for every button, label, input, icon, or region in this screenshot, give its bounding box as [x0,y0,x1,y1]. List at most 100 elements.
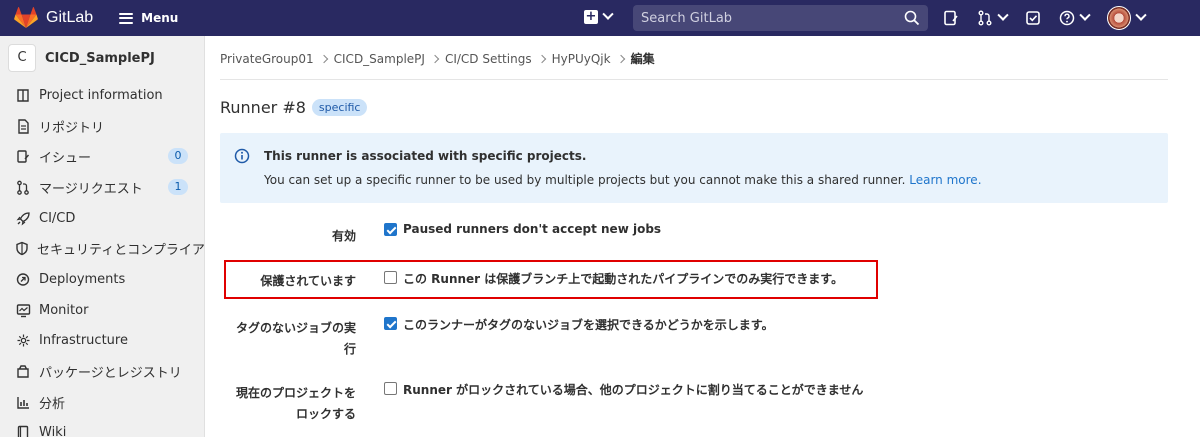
sidebar-item-label: マージリクエスト [39,181,143,197]
alert-title: This runner is associated with specific … [264,149,587,163]
field-label-active: 有効 [331,229,356,243]
annotation-highlight-box [224,260,878,299]
chevron-right-icon [319,54,328,63]
todos-nav-button[interactable] [1025,10,1041,26]
chevron-down-icon [997,9,1009,21]
merge-requests-nav-button[interactable] [977,9,1009,26]
sidebar-item-label: CI/CD [39,210,76,226]
breadcrumb-project[interactable]: CICD_SamplePJ [334,52,425,66]
sidebar-item-label: イシュー [39,151,92,167]
merge-request-icon [15,179,31,195]
info-circle-icon [234,148,250,164]
sidebar-item-analytics[interactable]: 分析 [0,387,204,418]
chevron-down-icon [1079,9,1091,21]
sidebar-item-label: パッケージとレジストリ [39,366,182,382]
sidebar-item-infrastructure[interactable]: Infrastructure [0,326,204,357]
field-label-line: タグのないジョブの実 [235,321,356,335]
info-icon [15,87,31,103]
sidebar-item-repository[interactable]: リポジトリ [0,111,204,142]
search-box[interactable] [633,5,928,31]
deployments-icon [15,271,31,287]
issues-icon [944,10,958,26]
sidebar-item-project-information[interactable]: Project information [0,80,204,111]
sidebar-item-security[interactable]: セキュリティとコンプライアンス [0,233,204,264]
alert-body: You can set up a specific runner to be u… [264,173,906,187]
run-untagged-checkbox[interactable] [384,317,397,330]
rocket-icon [15,210,31,226]
navbar-actions [943,0,1163,36]
breadcrumb-cicd-settings[interactable]: CI/CD Settings [445,52,532,66]
info-alert: This runner is associated with specific … [220,133,1168,203]
sidebar-item-monitor[interactable]: Monitor [0,295,204,326]
sidebar-item-label: 分析 [39,396,66,412]
cloud-icon [15,333,31,349]
user-menu-button[interactable] [1107,6,1147,30]
checkbox-label: Runner がロックされている場合、他のプロジェクトに割り当てることができませ… [403,383,864,397]
book-icon [15,425,31,437]
field-label-untagged: タグのないジョブの実 行 [206,318,356,360]
locked-checkbox-field[interactable]: Runner がロックされている場合、他のプロジェクトに割り当てることができませ… [384,381,863,398]
sidebar-item-wiki[interactable]: Wiki [0,418,204,437]
brand-name: GitLab [46,9,94,26]
sidebar-item-label: Monitor [39,302,89,318]
active-checkbox-field[interactable]: Paused runners don't accept new jobs [384,222,661,236]
plus-icon: + [584,9,598,24]
breadcrumb-divider [220,79,1168,80]
tanuki-icon [14,7,38,28]
issues-nav-button[interactable] [943,10,959,26]
locked-checkbox[interactable] [384,382,397,395]
field-label-line: 行 [343,342,356,356]
avatar [1107,6,1131,30]
search-icon [904,10,920,26]
package-icon [15,364,31,380]
help-icon [1059,10,1075,26]
project-avatar: C [8,44,36,72]
checkbox-label: Paused runners don't accept new jobs [403,222,662,236]
sidebar-item-packages[interactable]: パッケージとレジストリ [0,356,204,387]
checkbox-label: このランナーがタグのないジョブを選択できるかどうかを示します。 [403,318,774,332]
runner-type-badge: specific [311,99,368,116]
project-name: CICD_SamplePJ [45,50,155,66]
paused-checkbox[interactable] [384,223,397,236]
breadcrumb-group[interactable]: PrivateGroup01 [220,52,314,66]
sidebar-item-merge-requests[interactable]: マージリクエスト 1 [0,172,204,203]
sidebar-item-issues[interactable]: イシュー 0 [0,141,204,172]
sidebar-item-deployments[interactable]: Deployments [0,264,204,295]
alert-body-line: You can set up a specific runner to be u… [264,173,982,187]
issues-icon [15,149,31,165]
gitlab-logo[interactable]: GitLab [14,7,93,29]
sidebar-item-label: リポジトリ [39,120,105,136]
chevron-down-icon [1135,9,1147,21]
page-title: Runner #8 [220,98,306,117]
chevron-right-icon [616,54,625,63]
menu-label: Menu [141,11,179,25]
top-navbar: GitLab Menu + [0,0,1200,36]
breadcrumb-current[interactable]: 編集 [631,50,655,67]
todo-icon [1026,11,1040,25]
sidebar-item-label: セキュリティとコンプライアンス [37,243,205,259]
chevron-right-icon [537,54,546,63]
chevron-down-icon [602,8,614,20]
breadcrumb-runner[interactable]: HyPUyQjk [552,52,611,66]
hamburger-icon [119,12,134,24]
main-content: PrivateGroup01 CICD_SamplePJ CI/CD Setti… [206,36,1200,437]
untagged-checkbox-field[interactable]: このランナーがタグのないジョブを選択できるかどうかを示します。 [384,316,774,333]
shield-icon [15,241,29,257]
help-nav-button[interactable] [1059,9,1091,26]
learn-more-link[interactable]: Learn more. [909,173,981,187]
sidebar-project-header[interactable]: C CICD_SamplePJ [0,36,204,80]
sidebar-item-label: Infrastructure [39,333,128,349]
menu-button[interactable]: Menu [119,11,178,25]
search-input[interactable] [641,10,891,26]
monitor-icon [15,302,31,318]
page-title-row: Runner #8 specific [220,98,368,117]
sidebar-item-cicd[interactable]: CI/CD [0,203,204,234]
chart-icon [15,394,31,410]
merge-request-icon [978,10,992,26]
field-label-line: ロックする [295,407,356,421]
field-label-line: 現在のプロジェクトを [235,386,356,400]
new-dropdown-button[interactable]: + [584,8,614,24]
chevron-right-icon [430,54,440,63]
issues-count-badge: 0 [168,148,188,165]
field-label-locked: 現在のプロジェクトを ロックする [206,383,356,425]
